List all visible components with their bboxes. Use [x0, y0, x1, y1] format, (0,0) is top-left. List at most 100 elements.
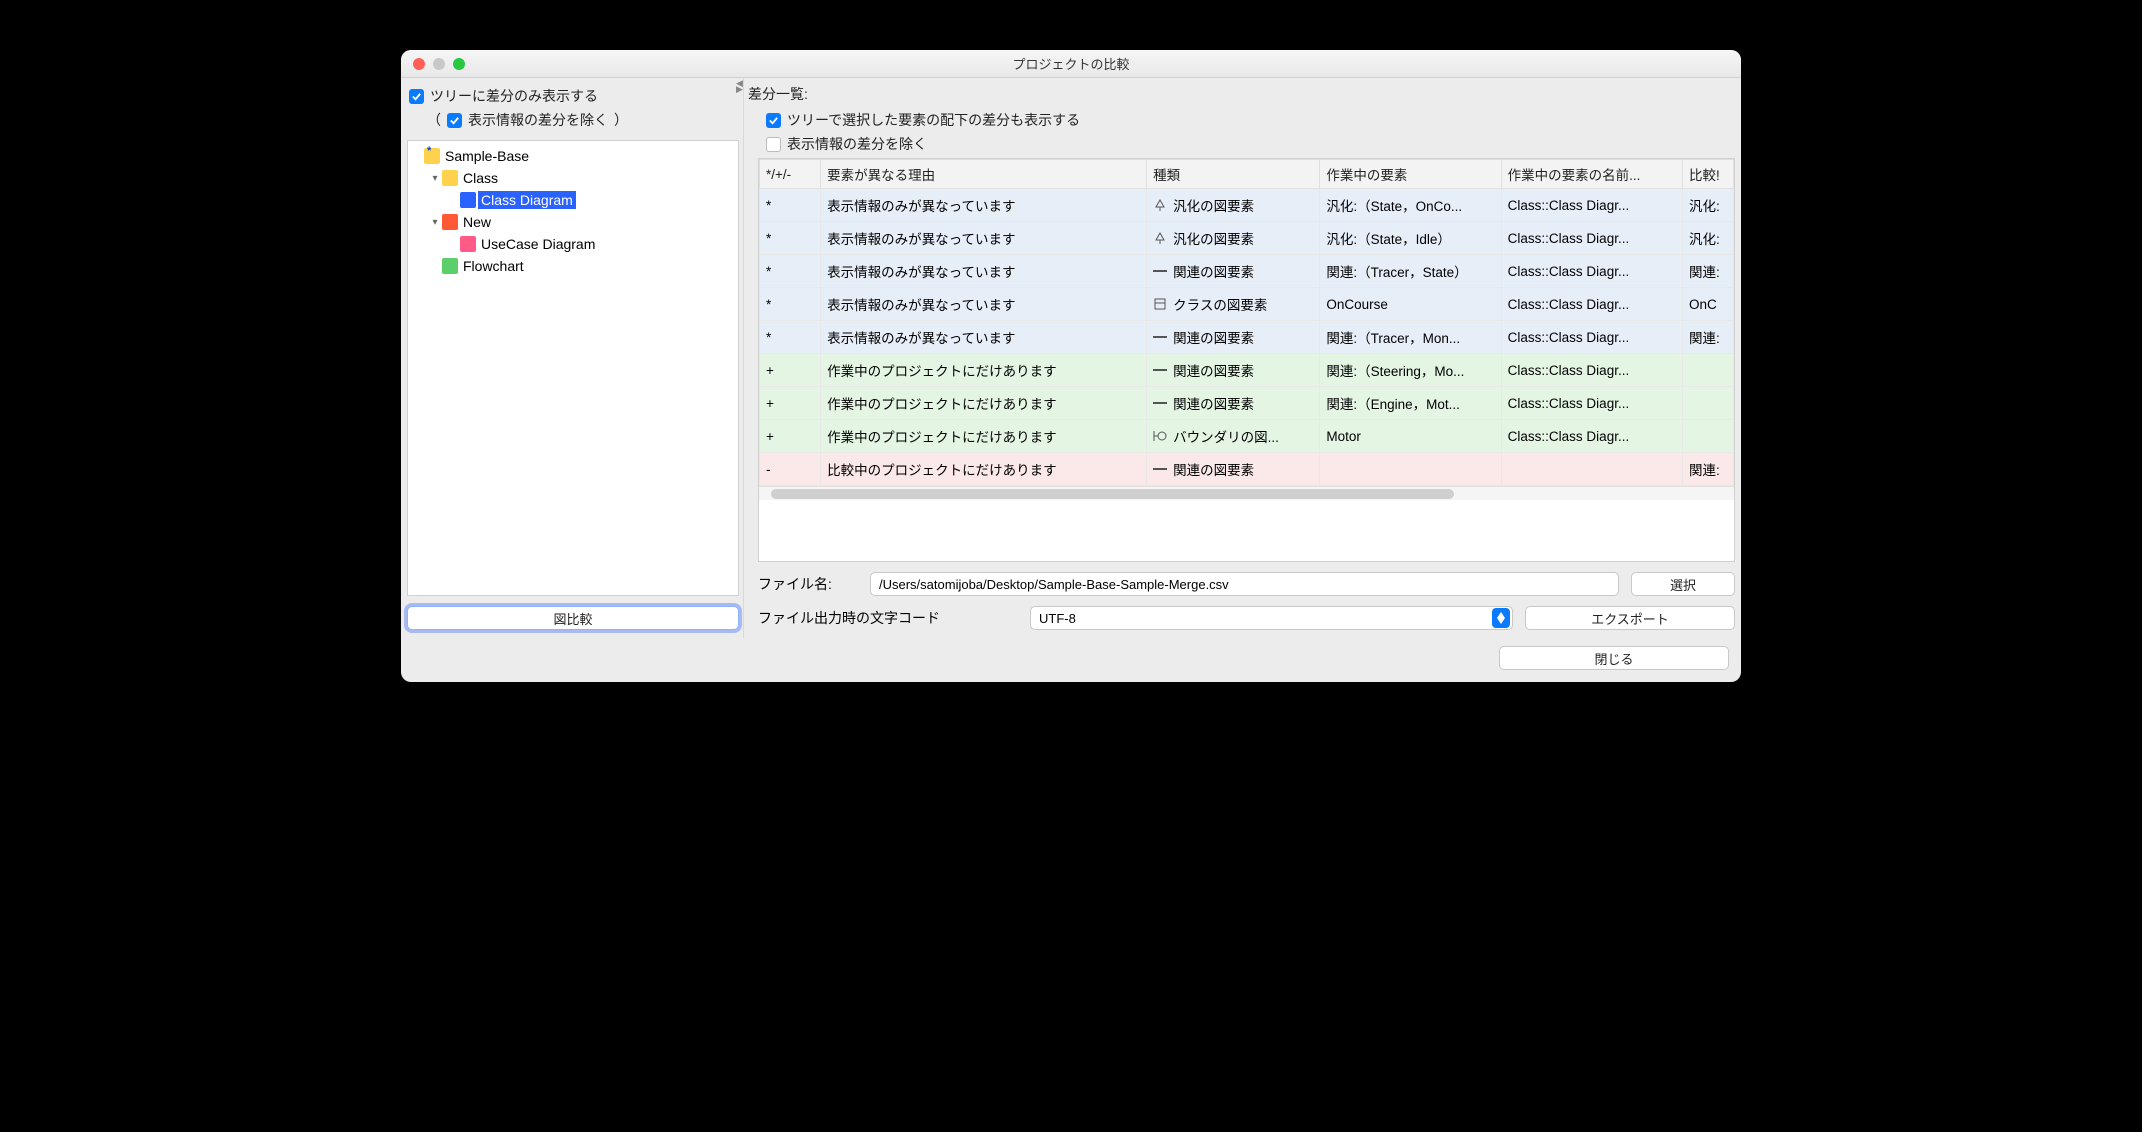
left-pane: ツリーに差分のみ表示する （ 表示情報の差分を除く ） Sample-Base▾…: [401, 78, 744, 638]
folder-star-icon: [424, 148, 440, 164]
table-cell: Class::Class Diagr...: [1501, 354, 1682, 387]
tree-item[interactable]: Flowchart: [410, 255, 736, 277]
table-row[interactable]: +作業中のプロジェクトにだけあります関連の図要素関連:（Engine，Mot..…: [760, 387, 1734, 420]
select-file-button[interactable]: 選択: [1631, 572, 1735, 596]
traffic-lights: [401, 58, 465, 70]
table-cell: Class::Class Diagr...: [1501, 387, 1682, 420]
column-header[interactable]: 種類: [1147, 160, 1320, 189]
assoc-icon: [1153, 363, 1167, 377]
encoding-select[interactable]: UTF-8: [1030, 606, 1513, 630]
close-window-button[interactable]: [413, 58, 425, 70]
table-cell: 表示情報のみが異なっています: [821, 222, 1147, 255]
table-cell: [1683, 420, 1734, 453]
assoc-icon: [1153, 330, 1167, 344]
table-cell: [1501, 453, 1682, 486]
table-cell: OnCourse: [1320, 288, 1501, 321]
table-cell: 関連の図要素: [1147, 387, 1320, 420]
table-row[interactable]: *表示情報のみが異なっています汎化の図要素汎化:（State，Idle）Clas…: [760, 222, 1734, 255]
scrollbar-thumb[interactable]: [771, 489, 1454, 499]
table-row[interactable]: *表示情報のみが異なっていますクラスの図要素OnCourseClass::Cla…: [760, 288, 1734, 321]
show-children-diff-checkbox[interactable]: [766, 113, 781, 128]
table-cell: 関連:（Steering，Mo...: [1320, 354, 1501, 387]
maximize-window-button[interactable]: [453, 58, 465, 70]
table-row[interactable]: *表示情報のみが異なっています関連の図要素関連:（Tracer，Mon...Cl…: [760, 321, 1734, 354]
exclude-display-diff-label: 表示情報の差分を除く: [468, 110, 608, 130]
tree-item[interactable]: Sample-Base: [410, 145, 736, 167]
assoc-icon: [1153, 264, 1167, 278]
table-cell: 汎化:: [1683, 189, 1734, 222]
table-cell: [1320, 453, 1501, 486]
table-cell: 表示情報のみが異なっています: [821, 255, 1147, 288]
tree-item[interactable]: ▾New: [410, 211, 736, 233]
table-cell: 表示情報のみが異なっています: [821, 189, 1147, 222]
table-cell: 関連の図要素: [1147, 321, 1320, 354]
gen-icon: [1153, 198, 1167, 212]
export-button[interactable]: エクスポート: [1525, 606, 1735, 630]
column-header[interactable]: 作業中の要素の名前...: [1501, 160, 1682, 189]
paren-close: ）: [614, 110, 628, 130]
table-cell: 関連:（Tracer，State）: [1320, 255, 1501, 288]
table-row[interactable]: -比較中のプロジェクトにだけあります関連の図要素関連:: [760, 453, 1734, 486]
table-cell: Class::Class Diagr...: [1501, 255, 1682, 288]
table-cell: 汎化:: [1683, 222, 1734, 255]
table-cell: 表示情報のみが異なっています: [821, 321, 1147, 354]
table-cell: *: [760, 321, 821, 354]
table-cell: OnC: [1683, 288, 1734, 321]
tree-item-label: UseCase Diagram: [478, 235, 598, 253]
diff-table[interactable]: */+/-要素が異なる理由種類作業中の要素作業中の要素の名前...比較! *表示…: [758, 158, 1735, 562]
table-row[interactable]: +作業中のプロジェクトにだけあります関連の図要素関連:（Steering，Mo.…: [760, 354, 1734, 387]
encoding-label: ファイル出力時の文字コード: [758, 608, 1018, 628]
compare-diagram-button[interactable]: 図比較: [407, 606, 739, 630]
table-cell: +: [760, 420, 821, 453]
column-header[interactable]: 作業中の要素: [1320, 160, 1501, 189]
minimize-window-button[interactable]: [433, 58, 445, 70]
table-cell: 関連:: [1683, 255, 1734, 288]
splitter-icon[interactable]: ◀▶: [736, 80, 742, 92]
folder-minus-icon: [442, 214, 458, 230]
table-row[interactable]: *表示情報のみが異なっています汎化の図要素汎化:（State，OnCo...Cl…: [760, 189, 1734, 222]
table-row[interactable]: +作業中のプロジェクトにだけありますバウンダリの図...MotorClass::…: [760, 420, 1734, 453]
cls-icon: [1153, 297, 1167, 311]
table-cell: 関連:（Tracer，Mon...: [1320, 321, 1501, 354]
table-cell: 汎化の図要素: [1147, 189, 1320, 222]
show-diff-only-checkbox[interactable]: [409, 89, 424, 104]
table-cell: *: [760, 255, 821, 288]
horizontal-scrollbar[interactable]: [759, 486, 1734, 500]
table-cell: [1683, 354, 1734, 387]
table-cell: 作業中のプロジェクトにだけあります: [821, 387, 1147, 420]
close-button[interactable]: 閉じる: [1499, 646, 1729, 670]
usecase-icon: [460, 236, 476, 252]
table-cell: Class::Class Diagr...: [1501, 222, 1682, 255]
table-cell: 関連の図要素: [1147, 354, 1320, 387]
tree-item[interactable]: UseCase Diagram: [410, 233, 736, 255]
disclosure-icon[interactable]: ▾: [428, 173, 442, 184]
tree-view[interactable]: Sample-Base▾ClassClass Diagram▾New UseCas…: [407, 140, 739, 596]
table-cell: 汎化:（State，Idle）: [1320, 222, 1501, 255]
assoc-icon: [1153, 396, 1167, 410]
table-cell: バウンダリの図...: [1147, 420, 1320, 453]
table-cell: *: [760, 288, 821, 321]
tree-item[interactable]: ▾Class: [410, 167, 736, 189]
table-cell: クラスの図要素: [1147, 288, 1320, 321]
column-header[interactable]: 要素が異なる理由: [821, 160, 1147, 189]
flow-icon: [442, 258, 458, 274]
table-cell: Class::Class Diagr...: [1501, 288, 1682, 321]
titlebar: プロジェクトの比較: [401, 50, 1741, 78]
column-header[interactable]: 比較!: [1683, 160, 1734, 189]
exclude-display-diff-checkbox[interactable]: [447, 113, 462, 128]
tree-item[interactable]: Class Diagram: [410, 189, 736, 211]
table-row[interactable]: *表示情報のみが異なっています関連の図要素関連:（Tracer，State）Cl…: [760, 255, 1734, 288]
table-cell: 作業中のプロジェクトにだけあります: [821, 354, 1147, 387]
table-cell: Class::Class Diagr...: [1501, 420, 1682, 453]
exclude-display-diff-right-checkbox[interactable]: [766, 137, 781, 152]
table-cell: 関連:: [1683, 453, 1734, 486]
table-cell: 関連の図要素: [1147, 255, 1320, 288]
table-cell: *: [760, 189, 821, 222]
classd-icon: [460, 192, 476, 208]
column-header[interactable]: */+/-: [760, 160, 821, 189]
bound-icon: [1153, 429, 1167, 443]
disclosure-icon[interactable]: ▾: [428, 217, 442, 228]
file-name-input[interactable]: [870, 572, 1619, 596]
table-cell: Class::Class Diagr...: [1501, 321, 1682, 354]
encoding-value: UTF-8: [1039, 611, 1076, 626]
